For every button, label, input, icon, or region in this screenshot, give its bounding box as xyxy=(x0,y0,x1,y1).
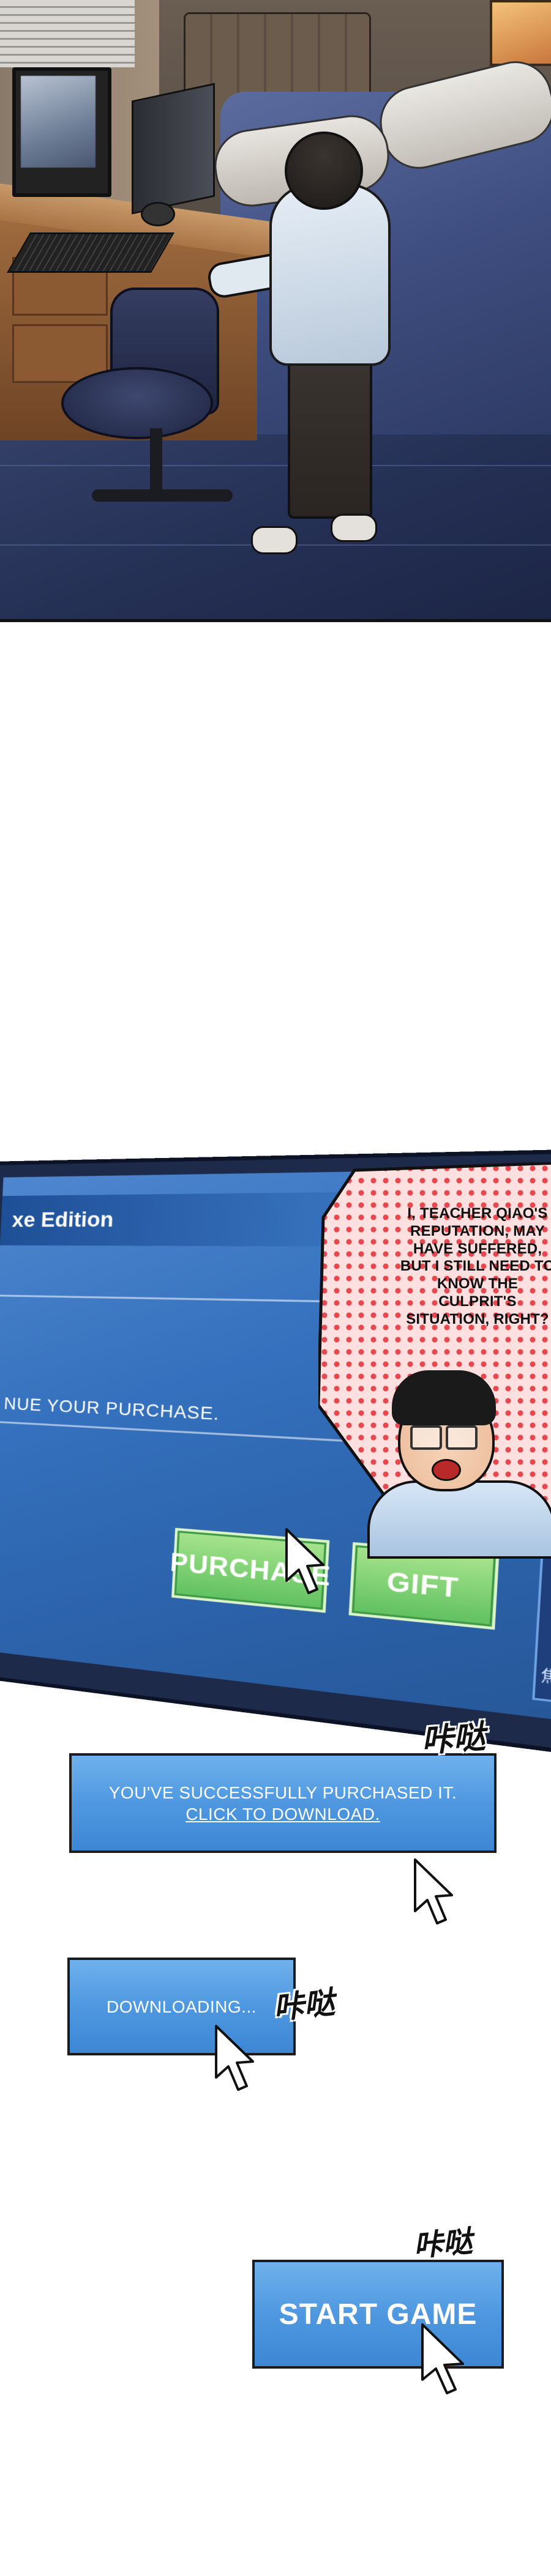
man-hair xyxy=(392,1370,496,1425)
shoe xyxy=(331,514,377,542)
downloading-text: DOWNLOADING... xyxy=(106,1997,257,2016)
room-panel xyxy=(0,0,551,622)
side-widget: 焦点 xyxy=(532,1539,551,1706)
cursor-arrow-icon xyxy=(421,2323,464,2394)
person-head xyxy=(285,132,363,210)
shouting-mouth xyxy=(432,1459,461,1481)
monitor-screen xyxy=(21,76,96,168)
side-glyph: 焦点 xyxy=(540,1666,551,1688)
click-sound-effect: 咔哒 xyxy=(412,2224,474,2264)
purchase-success-text: YOU'VE SUCCESSFULLY PURCHASED IT. xyxy=(108,1783,457,1802)
computer-mouse xyxy=(141,202,175,226)
downloading-notice: DOWNLOADING... xyxy=(67,1958,296,2055)
glasses-icon xyxy=(410,1425,478,1450)
window-blinds xyxy=(0,0,135,67)
keyboard xyxy=(6,232,175,273)
wall-picture xyxy=(490,0,551,66)
click-sound-effect: 咔哒 xyxy=(271,1984,337,2027)
edition-title: xe Edition xyxy=(11,1207,114,1232)
person-torso xyxy=(269,184,391,366)
man-shirt xyxy=(367,1480,551,1559)
click-sound-effect: 咔哒 xyxy=(420,1718,487,1760)
purchase-success-notice: YOU'VE SUCCESSFULLY PURCHASED IT. CLICK … xyxy=(69,1753,497,1853)
computer-monitor xyxy=(12,67,111,197)
purchase-panel: xe Edition NUE YOUR PURCHASE. PURCHASE G… xyxy=(0,1147,551,1762)
chair-pole xyxy=(150,428,162,496)
person-legs xyxy=(288,355,372,519)
cursor-arrow-icon xyxy=(414,1858,453,1925)
computer-tower xyxy=(132,83,215,215)
chair-base xyxy=(92,489,233,502)
cursor-arrow-icon xyxy=(215,2025,254,2091)
shoe xyxy=(251,526,298,554)
download-link[interactable]: CLICK TO DOWNLOAD. xyxy=(186,1803,380,1825)
speech-bubble-text: I, TEACHER QIAO'S REPUTATION, MAY HAVE S… xyxy=(400,1205,551,1327)
purchase-note: NUE YOUR PURCHASE. xyxy=(3,1394,220,1424)
chair-seat xyxy=(61,367,213,439)
floor-line xyxy=(0,465,551,466)
